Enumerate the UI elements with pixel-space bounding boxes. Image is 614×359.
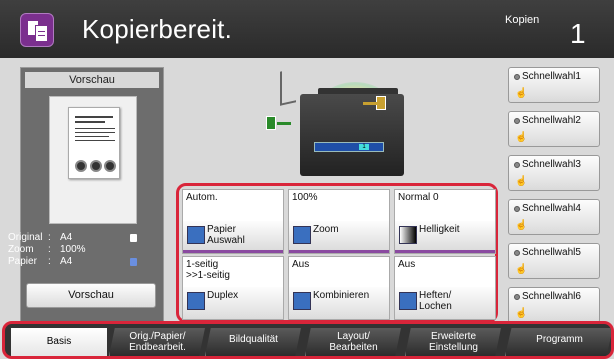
tab-bar: Basis Orig./Papier/ Endbearbeit. Bildqua… <box>2 321 614 359</box>
machine-illustration: 1 <box>250 62 440 180</box>
tab-layout-bearbeiten[interactable]: Layout/ Bearbeiten <box>305 328 401 356</box>
paper-select-key[interactable]: Autom. Papier Auswahl <box>182 189 284 254</box>
hand-icon: ☝ <box>515 176 528 187</box>
output-tray-icon <box>280 68 296 106</box>
speed-dial-1-button[interactable]: Schnellwahl1 ☝ <box>508 67 600 103</box>
info-row-original: Original: A4 <box>8 232 138 244</box>
speed-dial-icon <box>514 206 520 212</box>
machine-panel: 1 <box>314 142 384 152</box>
speed-dial-icon <box>514 250 520 256</box>
zoom-key[interactable]: 100% Zoom <box>288 189 390 254</box>
copies-count: 1 <box>570 18 586 49</box>
speed-dial-6-button[interactable]: Schnellwahl6 ☝ <box>508 287 600 323</box>
speed-dial-icon <box>514 74 520 80</box>
hand-icon: ☝ <box>515 264 528 275</box>
tab-programm[interactable]: Programm <box>505 328 611 356</box>
printer-icon <box>300 94 404 176</box>
function-grid: Autom. Papier Auswahl 100% Zoom Normal 0… <box>176 183 498 323</box>
density-icon <box>399 226 417 244</box>
info-row-zoom: Zoom:100% <box>8 244 86 255</box>
speed-dial-icon <box>514 118 520 124</box>
speed-dial-4-button[interactable]: Schnellwahl4 ☝ <box>508 199 600 235</box>
hand-icon: ☝ <box>515 132 528 143</box>
paper-tray-icon <box>130 258 137 266</box>
document-thumbnail <box>68 107 120 179</box>
speed-dial-5-button[interactable]: Schnellwahl5 ☝ <box>508 243 600 279</box>
density-key[interactable]: Normal 0 Helligkeit <box>394 189 496 254</box>
copies-label: Kopien <box>505 14 540 26</box>
original-orientation-icon <box>130 234 137 242</box>
paper-select-icon <box>187 226 205 244</box>
copy-app-icon <box>20 13 54 47</box>
speed-dial-3-button[interactable]: Schnellwahl3 ☝ <box>508 155 600 191</box>
speed-dial-icon <box>514 294 520 300</box>
duplex-icon <box>187 292 205 310</box>
duplex-key[interactable]: 1-seitig >>1-seitig Duplex <box>182 256 284 320</box>
tab-erweiterte-einstellung[interactable]: Erweiterte Einstellung <box>405 328 501 356</box>
output-arrow-icon <box>266 116 291 130</box>
combine-icon <box>293 292 311 310</box>
hand-icon: ☝ <box>515 88 528 99</box>
staple-punch-key[interactable]: Aus Heften/ Lochen <box>394 256 496 320</box>
speed-dial-2-button[interactable]: Schnellwahl2 ☝ <box>508 111 600 147</box>
status-title: Kopierbereit. <box>82 14 233 44</box>
copy-screen: Kopierbereit. Kopien 1 Vorschau Original… <box>0 0 614 359</box>
tab-basis[interactable]: Basis <box>11 328 107 356</box>
staple-punch-icon <box>399 292 417 310</box>
hand-icon: ☝ <box>515 220 528 231</box>
hand-icon: ☝ <box>515 308 528 319</box>
zoom-icon <box>293 226 311 244</box>
input-arrow-icon <box>363 96 386 110</box>
tab-bildqualitaet[interactable]: Bildqualität <box>205 328 301 356</box>
combine-key[interactable]: Aus Kombinieren <box>288 256 390 320</box>
tab-orig-papier[interactable]: Orig./Papier/ Endbearbeit. <box>109 328 205 356</box>
preview-page <box>49 96 137 224</box>
preview-title: Vorschau <box>25 72 159 88</box>
speed-dial-icon <box>514 162 520 168</box>
info-row-paper: Papier: A4 <box>8 256 138 268</box>
header-bar: Kopierbereit. Kopien 1 <box>0 0 614 58</box>
preview-button[interactable]: Vorschau <box>26 283 156 308</box>
